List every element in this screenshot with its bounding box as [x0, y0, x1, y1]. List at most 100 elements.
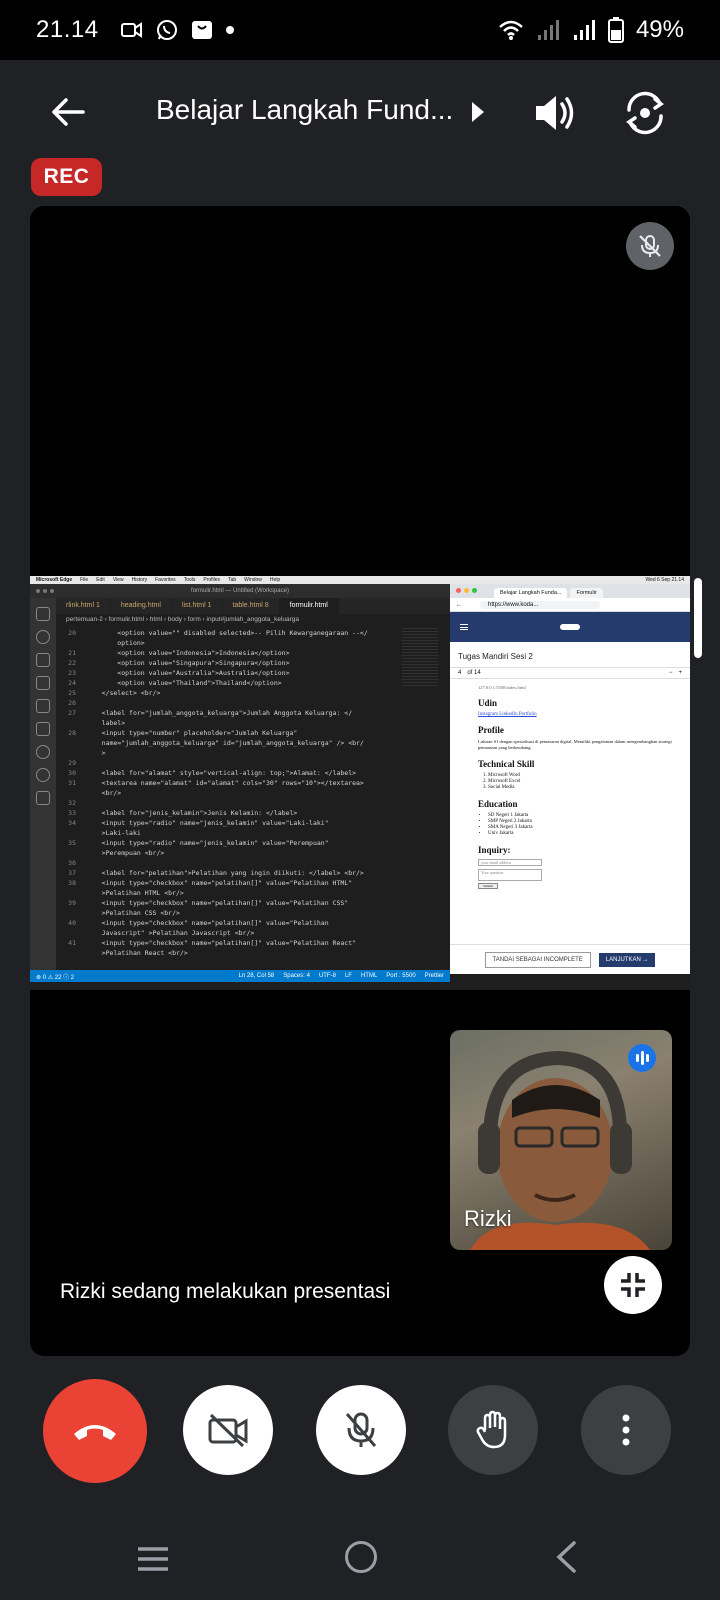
vscode-activity-bar [30, 598, 56, 978]
mac-menu-item: Favorites [155, 577, 176, 583]
cv-heading-inquiry: Inquiry: [478, 845, 511, 855]
extensions-icon [36, 722, 50, 736]
browser-tab: Formulir [570, 588, 603, 598]
participant-tile[interactable]: Rizki [450, 1030, 672, 1250]
bookmark-icon [36, 791, 50, 805]
code-line: 37 <label for="pelatihan">Pelatihan yang… [56, 868, 426, 878]
recent-apps-icon[interactable] [136, 1546, 170, 1572]
code-line: 32 [56, 798, 426, 808]
lesson-footer: TANDAI SEBAGAI INCOMPLETE LANJUTKAN → [450, 944, 690, 974]
code-line: 29 [56, 758, 426, 768]
code-line: >Pelatihan CSS <br/> [56, 908, 426, 918]
presentation-stage: Microsoft Edge File Edit View History Fa… [30, 206, 690, 1356]
code-text: <input type="checkbox" name="pelatihan[]… [86, 939, 357, 947]
pdf-page-number: 4 [458, 670, 462, 676]
code-line: >Perempuan <br/> [56, 848, 426, 858]
code-line: 38 <input type="checkbox" name="pelatiha… [56, 878, 426, 888]
code-text: <input type="checkbox" name="pelatihan[]… [86, 899, 349, 907]
pdf-page-total: of 14 [467, 670, 481, 676]
code-minimap [402, 628, 438, 688]
code-line: 33 <label for="jenis_kelamin">Jenis Kela… [56, 808, 426, 818]
code-line: >Laki-laki [56, 828, 426, 838]
end-call-button[interactable] [43, 1379, 147, 1483]
speaker-icon[interactable] [530, 88, 580, 138]
code-line: 27 <label for="jumlah_anggota_keluarga">… [56, 708, 426, 718]
meeting-details-arrow-icon[interactable] [466, 98, 490, 126]
code-text: <textarea name="alamat" id="alamat" cols… [86, 779, 364, 787]
code-text: <option value="" disabled selected>-- Pi… [86, 629, 368, 637]
scroll-indicator-active [694, 578, 702, 658]
line-number [56, 948, 86, 958]
code-text: <label for="pelatihan">Pelatihan yang in… [86, 869, 364, 877]
code-text: <input type="radio" name="jenis_kelamin"… [86, 839, 329, 847]
line-number [56, 848, 86, 858]
line-number: 33 [68, 809, 76, 817]
editor-tab: table.html 8 [223, 598, 280, 614]
menu-icon [460, 624, 468, 630]
line-number: 26 [68, 699, 76, 707]
vscode-titlebar: formulir.html — Untitled (Workspace) [30, 584, 450, 598]
mac-menu-item: History [131, 577, 148, 583]
minimize-presentation-button[interactable] [604, 1256, 662, 1314]
code-line: 24 <option value="Thailand">Thailand</op… [56, 678, 426, 688]
site-logo [560, 624, 580, 630]
meeting-title[interactable]: Belajar Langkah Fund... [156, 94, 453, 126]
line-number: 30 [68, 769, 76, 777]
status-time: 21.14 [36, 16, 99, 43]
line-number: 28 [68, 729, 76, 737]
switch-camera-icon[interactable] [620, 88, 670, 138]
line-number: 38 [68, 879, 76, 887]
mac-menu-item: Tools [183, 577, 196, 583]
code-line: Javascript" >Pelatihan Javascript <br/> [56, 928, 426, 938]
prettier-status: Prettier [424, 973, 444, 979]
code-line: 26 [56, 698, 426, 708]
url-field: https://www.koda... [480, 600, 600, 609]
mic-off-icon [345, 1412, 377, 1447]
source-control-icon [36, 653, 50, 667]
language-mode: HTML [360, 973, 378, 979]
code-text: <option value="Australia">Australia</opt… [86, 669, 290, 677]
code-text: <option value="Singapura">Singapura</opt… [86, 659, 290, 667]
cv-name: Udin [478, 698, 498, 708]
continue-button: LANJUTKAN → [598, 952, 656, 967]
code-line: 20 <option value="" disabled selected>--… [56, 628, 426, 638]
code-text: name="jumlah_anggota_keluarga" id="jumla… [86, 739, 364, 747]
cv-question-textarea: Your question [478, 869, 542, 881]
cv-profile-text: Lulusan S1 dengan spesialisasi di pemasa… [478, 739, 672, 750]
indent-setting: Spaces: 4 [283, 973, 310, 979]
code-text: >Pelatihan React <br/> [86, 949, 188, 957]
signal-icon-sim1 [537, 20, 559, 40]
code-text: <label for="alamat" style="vertical-alig… [86, 769, 357, 777]
mac-menu-bar: Microsoft Edge File Edit View History Fa… [30, 576, 690, 584]
line-number: 32 [68, 799, 76, 807]
mac-menu-item: Tab [228, 577, 237, 583]
code-line: 25 </select> <br/> [56, 688, 426, 698]
camera-toggle-button[interactable] [183, 1385, 273, 1475]
more-options-button[interactable] [581, 1385, 671, 1475]
cv-education-list: SD Negeri 1 Jakarta SMP Negeri 2 Jakarta… [488, 813, 678, 837]
encoding: UTF-8 [318, 973, 336, 979]
back-button[interactable] [44, 88, 92, 136]
raise-hand-icon [476, 1410, 507, 1449]
line-number: 25 [68, 689, 76, 697]
mac-menu-item: Window [244, 577, 262, 583]
raise-hand-button[interactable] [448, 1385, 538, 1475]
nav-back-icon[interactable] [553, 1540, 579, 1574]
code-line: >Pelatihan HTML <br/> [56, 888, 426, 898]
home-button[interactable] [345, 1541, 377, 1573]
fullscreen-exit-icon [621, 1273, 645, 1297]
battery-percentage: 49% [635, 16, 684, 43]
shopping-bag-icon [191, 21, 212, 39]
arrow-back-icon [52, 98, 85, 126]
shared-screen[interactable]: Microsoft Edge File Edit View History Fa… [30, 576, 690, 990]
microphone-toggle-button[interactable] [316, 1385, 406, 1475]
mac-menu-app: Microsoft Edge [36, 577, 73, 583]
line-number [56, 888, 86, 898]
code-line: > [56, 748, 426, 758]
line-number: 37 [68, 869, 76, 877]
code-line: 41 <input type="checkbox" name="pelatiha… [56, 938, 426, 948]
pdf-content: 127.0.0.1:5500/index.html Udin Instagram… [450, 679, 690, 941]
line-number: 22 [68, 659, 76, 667]
line-number: 35 [68, 839, 76, 847]
cv-heading-education: Education [478, 799, 518, 809]
